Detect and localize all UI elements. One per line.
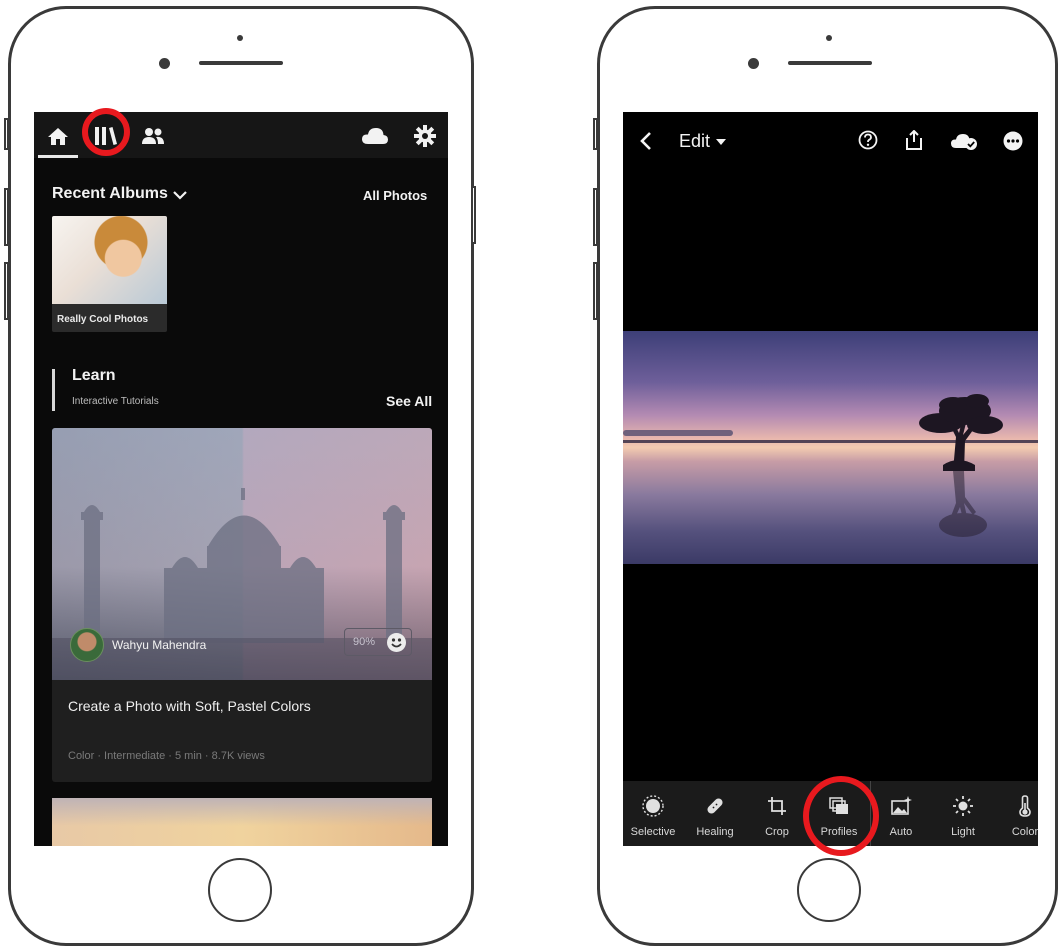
left-phone-side-button xyxy=(4,118,9,150)
edit-photo[interactable] xyxy=(623,331,1038,564)
left-phone-speaker xyxy=(199,61,283,65)
album-card[interactable]: Really Cool Photos xyxy=(52,216,167,332)
right-phone-home-button[interactable] xyxy=(797,858,861,922)
tool-selective[interactable]: Selective xyxy=(623,781,683,846)
tool-label-selective: Selective xyxy=(630,826,676,838)
learn-section-accent xyxy=(52,369,55,411)
auto-icon xyxy=(890,795,912,822)
right-phone-speaker xyxy=(788,61,872,65)
help-icon[interactable] xyxy=(857,129,879,151)
chevron-down-icon[interactable] xyxy=(172,188,188,202)
tutorial-card-next[interactable] xyxy=(52,798,432,846)
home-icon[interactable] xyxy=(44,124,72,148)
tool-crop[interactable]: Crop xyxy=(747,781,807,846)
back-icon[interactable] xyxy=(637,130,655,152)
left-phone-power-button xyxy=(471,186,476,244)
library-highlight-circle xyxy=(82,108,130,156)
right-phone-side-button xyxy=(593,118,598,150)
lightroom-edit-screen: Edit Selective Healing Crop Profiles Aut… xyxy=(623,112,1038,846)
see-all-link[interactable]: See All xyxy=(386,393,432,409)
tutorial-title: Create a Photo with Soft, Pastel Colors xyxy=(68,698,311,714)
left-phone-volume-down xyxy=(4,262,9,320)
lightroom-home-screen: Recent Albums All Photos Really Cool Pho… xyxy=(34,112,448,846)
people-icon[interactable] xyxy=(138,124,168,148)
right-phone-volume-down xyxy=(593,262,598,320)
tool-auto[interactable]: Auto xyxy=(871,781,931,846)
tutorial-card[interactable]: Wahyu Mahendra 90% Create a Photo with S… xyxy=(52,428,432,782)
tool-label-auto: Auto xyxy=(889,826,913,838)
left-phone-home-button[interactable] xyxy=(208,858,272,922)
left-phone-proximity-sensor xyxy=(159,58,170,69)
left-phone-volume-up xyxy=(4,188,9,246)
caret-down-icon[interactable] xyxy=(715,136,727,148)
tool-light[interactable]: Light xyxy=(933,781,993,846)
recent-albums-title[interactable]: Recent Albums xyxy=(52,185,168,203)
profiles-highlight-circle xyxy=(803,776,879,856)
tool-label-light: Light xyxy=(951,826,975,838)
smiley-icon xyxy=(387,633,406,652)
left-phone-front-camera xyxy=(237,35,243,41)
learn-title: Learn xyxy=(72,367,116,384)
color-icon xyxy=(1014,795,1036,822)
active-tab-indicator xyxy=(38,155,78,158)
light-icon xyxy=(952,795,974,822)
share-icon[interactable] xyxy=(903,128,925,152)
author-name: Wahyu Mahendra xyxy=(112,638,207,652)
tool-label-healing: Healing xyxy=(696,826,734,838)
healing-icon xyxy=(704,795,726,822)
more-icon[interactable] xyxy=(1001,129,1025,153)
rating-badge: 90% xyxy=(344,628,412,656)
tutorial-meta: Color · Intermediate · 5 min · 8.7K view… xyxy=(68,750,265,762)
tree-silhouette xyxy=(919,394,1003,537)
tool-color[interactable]: Color xyxy=(995,781,1038,846)
learn-subtitle: Interactive Tutorials xyxy=(72,396,159,407)
rating-value: 90% xyxy=(353,636,376,648)
author-avatar xyxy=(70,628,104,662)
right-phone-front-camera xyxy=(826,35,832,41)
right-phone-volume-up xyxy=(593,188,598,246)
album-label: Really Cool Photos xyxy=(57,314,149,325)
gear-icon[interactable] xyxy=(412,123,438,149)
tool-label-crop: Crop xyxy=(765,826,789,838)
crop-icon xyxy=(766,795,788,822)
all-photos-link[interactable]: All Photos xyxy=(363,188,427,203)
cloud-icon[interactable] xyxy=(360,124,390,148)
tool-healing[interactable]: Healing xyxy=(685,781,745,846)
edit-menu-label[interactable]: Edit xyxy=(679,131,710,152)
cloud-synced-icon[interactable] xyxy=(949,130,979,152)
album-thumbnail xyxy=(52,216,167,304)
selective-icon xyxy=(642,795,664,822)
right-phone-proximity-sensor xyxy=(748,58,759,69)
tool-label-color: Color xyxy=(1011,826,1038,838)
